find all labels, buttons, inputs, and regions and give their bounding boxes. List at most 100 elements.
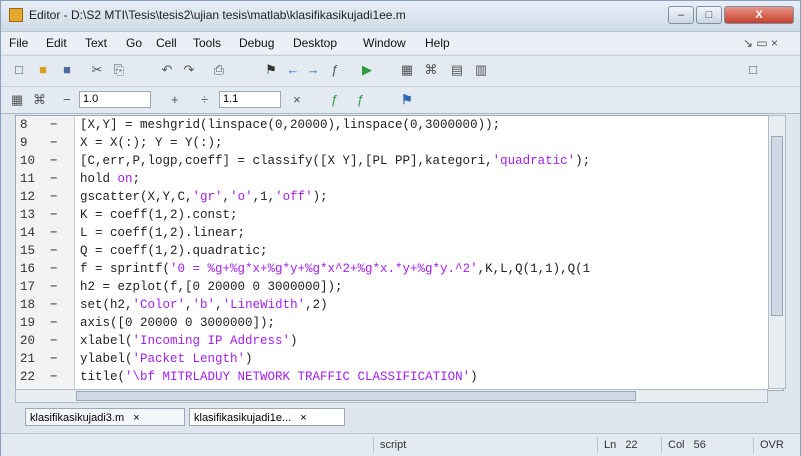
run-icon[interactable]: ▶ xyxy=(359,62,375,78)
tab-klasifikasikujadi3[interactable]: klasifikasikujadi3.m × xyxy=(25,408,185,426)
function-icon[interactable]: ƒ xyxy=(327,62,343,78)
code-text[interactable]: ylabel('Packet Length') xyxy=(80,352,253,366)
menu-text[interactable]: Text xyxy=(85,36,107,50)
code-text[interactable]: [X,Y] = meshgrid(linspace(0,20000),linsp… xyxy=(80,118,500,132)
maximize-button[interactable]: □ xyxy=(696,6,722,24)
breakpoint-marker[interactable]: − xyxy=(50,226,58,240)
breakpoint-marker[interactable]: − xyxy=(50,280,58,294)
breakpoint-marker[interactable]: − xyxy=(50,244,58,258)
tab-close-icon[interactable]: × xyxy=(133,412,139,424)
vertical-scrollbar[interactable] xyxy=(768,115,786,389)
undo-icon[interactable]: ↶ xyxy=(159,62,175,78)
horizontal-scroll-thumb[interactable] xyxy=(76,391,636,401)
code-line[interactable]: 19− axis([0 20000 0 3000000]); xyxy=(16,316,781,334)
find-icon[interactable]: ⚑ xyxy=(263,62,279,78)
publish-icon[interactable]: ⚑ xyxy=(401,92,413,108)
close-button[interactable]: X xyxy=(724,6,794,24)
cell-mode-icon[interactable]: ▦ xyxy=(11,92,23,108)
code-text[interactable]: K = coeff(1,2).const; xyxy=(80,208,238,222)
code-text[interactable]: [C,err,P,logp,coeff] = classify([X Y],[P… xyxy=(80,154,590,168)
new-file-icon[interactable]: □ xyxy=(11,62,27,78)
breakpoint-marker[interactable]: − xyxy=(50,190,58,204)
breakpoint-marker[interactable]: − xyxy=(50,352,58,366)
code-line[interactable]: 15− Q = coeff(1,2).quadratic; xyxy=(16,244,781,262)
dock-controls[interactable]: ↘ ▭ × xyxy=(743,36,778,50)
divide-icon[interactable]: ÷ xyxy=(201,92,208,107)
code-line[interactable]: 16− f = sprintf('0 = %g+%g*x+%g*y+%g*x^2+… xyxy=(16,262,781,280)
code-line[interactable]: 14− L = coeff(1,2).linear; xyxy=(16,226,781,244)
breakpoint-marker[interactable]: − xyxy=(50,136,58,150)
menu-window[interactable]: Window xyxy=(363,36,406,50)
line-number-label: 15 xyxy=(20,244,36,258)
multiply-icon[interactable]: × xyxy=(293,92,301,107)
code-text[interactable]: X = X(:); Y = Y(:); xyxy=(80,136,223,150)
breakpoint-marker[interactable]: − xyxy=(50,118,58,132)
menu-help[interactable]: Help xyxy=(425,36,450,50)
code-line[interactable]: 8 − [X,Y] = meshgrid(linspace(0,20000),lin… xyxy=(16,118,781,136)
code-text[interactable]: axis([0 20000 0 3000000]); xyxy=(80,316,275,330)
breakpoint-marker[interactable]: − xyxy=(50,154,58,168)
tab-klasifikasikujadi1e[interactable]: klasifikasikujadi1e... × xyxy=(189,408,345,426)
multiply-value-input[interactable] xyxy=(219,91,281,108)
code-line[interactable]: 11− hold on; xyxy=(16,172,781,190)
code-editor[interactable]: 8 − [X,Y] = meshgrid(linspace(0,20000),lin… xyxy=(15,115,784,391)
breakpoint-marker[interactable]: − xyxy=(50,334,58,348)
cut-icon[interactable]: ✂ xyxy=(89,62,105,78)
step-in-icon[interactable]: ▥ xyxy=(473,62,489,78)
breakpoint-marker[interactable]: − xyxy=(50,262,58,276)
save-icon[interactable]: ■ xyxy=(59,62,75,78)
breakpoint-marker[interactable]: − xyxy=(50,298,58,312)
breakpoint-icon[interactable]: ▦ xyxy=(399,62,415,78)
increment-value-input[interactable] xyxy=(79,91,151,108)
cell-percent-icon[interactable]: ƒ xyxy=(331,92,338,107)
print-icon[interactable]: ⎙ xyxy=(211,62,227,78)
open-file-icon[interactable]: ■ xyxy=(35,62,51,78)
breakpoint-marker[interactable]: − xyxy=(50,370,58,384)
menu-debug[interactable]: Debug xyxy=(239,36,274,50)
code-line[interactable]: 21− ylabel('Packet Length') xyxy=(16,352,781,370)
code-text[interactable]: set(h2,'Color','b','LineWidth',2) xyxy=(80,298,328,312)
horizontal-scrollbar[interactable] xyxy=(15,389,768,403)
code-line[interactable]: 12− gscatter(X,Y,C,'gr','o',1,'off'); xyxy=(16,190,781,208)
code-text[interactable]: L = coeff(1,2).linear; xyxy=(80,226,245,240)
code-text[interactable]: hold on; xyxy=(80,172,140,186)
code-line[interactable]: 9 − X = X(:); Y = Y(:); xyxy=(16,136,781,154)
code-text[interactable]: f = sprintf('0 = %g+%g*x+%g*y+%g*x^2+%g*… xyxy=(80,262,590,276)
stack-icon[interactable]: □ xyxy=(745,62,761,78)
vertical-scroll-thumb[interactable] xyxy=(771,136,783,316)
minimize-button[interactable]: – xyxy=(668,6,694,24)
code-line[interactable]: 22− title('\bf MITRLADUY NETWORK TRAFFIC … xyxy=(16,370,781,388)
menu-go[interactable]: Go xyxy=(126,36,142,50)
code-line[interactable]: 17− h2 = ezplot(f,[0 20000 0 3000000]); xyxy=(16,280,781,298)
code-text[interactable]: title('\bf MITRLADUY NETWORK TRAFFIC CLA… xyxy=(80,370,478,384)
decrement-icon[interactable]: − xyxy=(63,92,71,107)
breakpoint-marker[interactable]: − xyxy=(50,316,58,330)
clear-breakpoints-icon[interactable]: ⌘ xyxy=(423,62,439,78)
tab-label: klasifikasikujadi1e... xyxy=(194,412,292,424)
menu-cell[interactable]: Cell xyxy=(156,36,177,50)
redo-icon[interactable]: ↷ xyxy=(181,62,197,78)
code-text[interactable]: h2 = ezplot(f,[0 20000 0 3000000]); xyxy=(80,280,343,294)
code-line[interactable]: 13− K = coeff(1,2).const; xyxy=(16,208,781,226)
code-line[interactable]: 20− xlabel('Incoming IP Address') xyxy=(16,334,781,352)
menu-edit[interactable]: Edit xyxy=(46,36,67,50)
cell-divider-icon[interactable]: ƒ xyxy=(357,92,364,107)
back-icon[interactable]: ← xyxy=(285,62,301,78)
step-icon[interactable]: ▤ xyxy=(449,62,465,78)
code-line[interactable]: 10− [C,err,P,logp,coeff] = classify([X Y]… xyxy=(16,154,781,172)
tab-close-icon[interactable]: × xyxy=(300,412,306,424)
add-icon[interactable]: + xyxy=(171,92,179,107)
code-text[interactable]: xlabel('Incoming IP Address') xyxy=(80,334,298,348)
forward-icon[interactable]: → xyxy=(305,62,321,78)
menu-file[interactable]: File xyxy=(9,36,28,50)
code-line[interactable]: 18− set(h2,'Color','b','LineWidth',2) xyxy=(16,298,781,316)
copy-icon[interactable]: ⎘ xyxy=(111,62,127,78)
breakpoint-marker[interactable]: − xyxy=(50,172,58,186)
code-text[interactable]: Q = coeff(1,2).quadratic; xyxy=(80,244,268,258)
menu-desktop[interactable]: Desktop xyxy=(293,36,337,50)
cell-eval-icon[interactable]: ⌘ xyxy=(33,92,46,108)
title-bar[interactable]: Editor - D:\S2 MTI\Tesis\tesis2\ujian te… xyxy=(1,1,800,32)
breakpoint-marker[interactable]: − xyxy=(50,208,58,222)
menu-tools[interactable]: Tools xyxy=(193,36,221,50)
code-text[interactable]: gscatter(X,Y,C,'gr','o',1,'off'); xyxy=(80,190,328,204)
